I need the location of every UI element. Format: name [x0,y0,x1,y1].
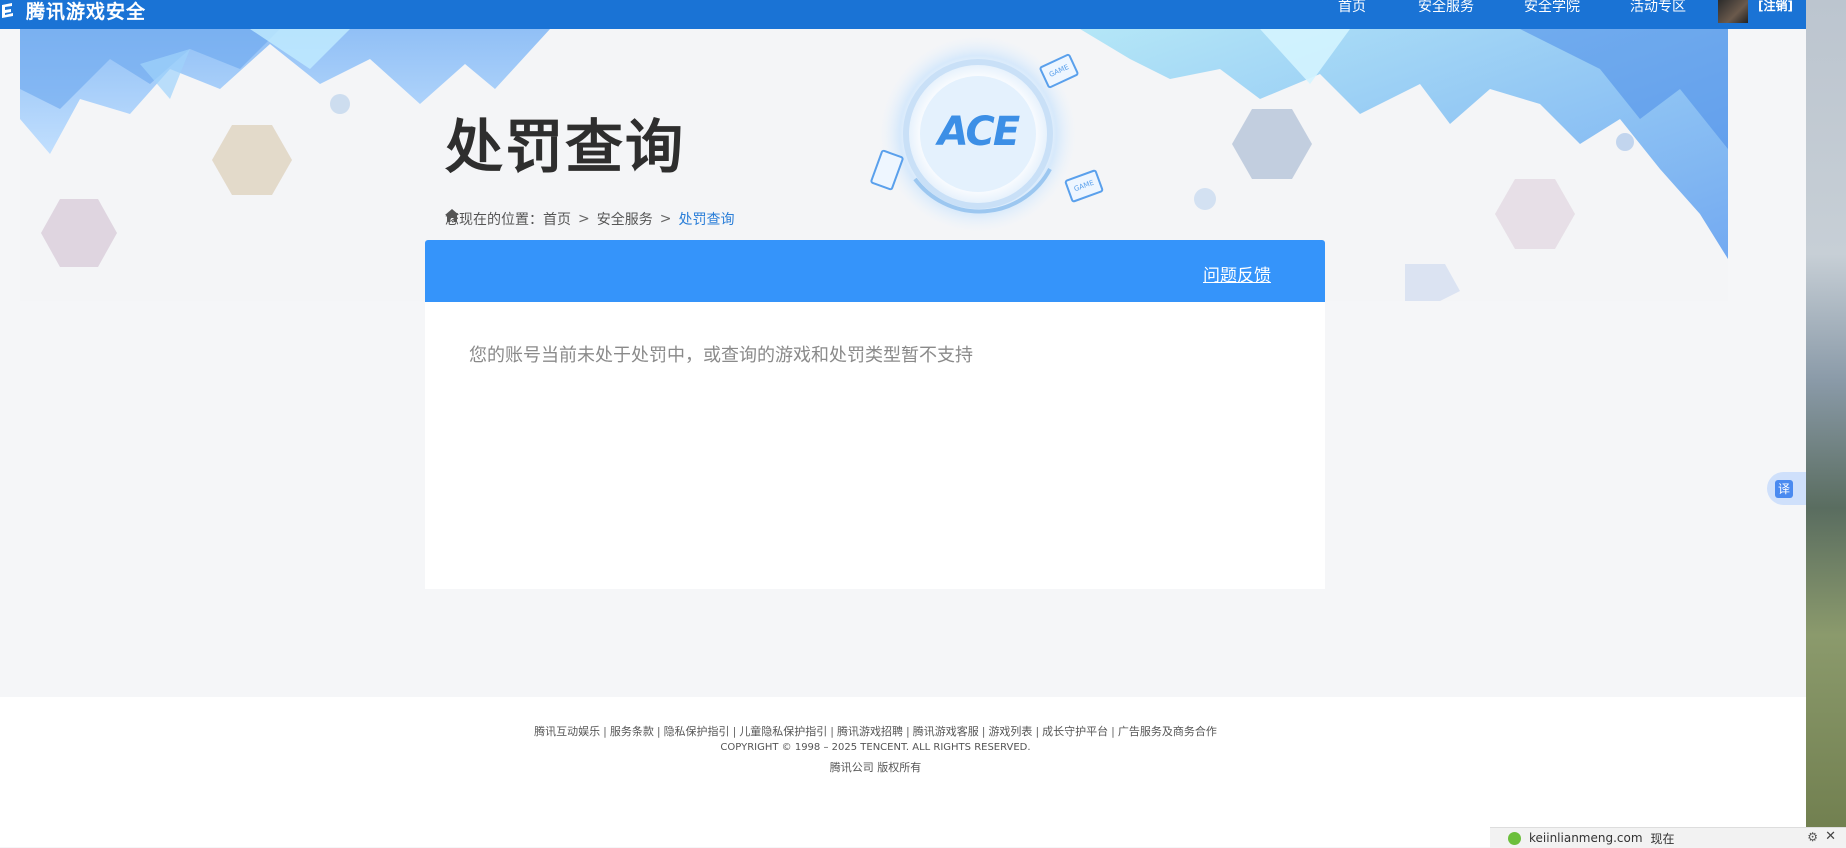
footer-link-game-list[interactable]: 游戏列表 [988,725,1032,738]
gear-icon[interactable]: ⚙ [1807,830,1818,844]
logout-link[interactable]: [注销] [1758,0,1793,13]
feedback-link[interactable]: 问题反馈 [1203,261,1271,286]
footer-link-privacy[interactable]: 隐私保护指引 [664,725,730,738]
site-logo[interactable]: 腾讯游戏安全 [0,0,146,23]
breadcrumb-separator: > [659,211,672,227]
notification-bar[interactable]: keiinlianmeng.com 现在 ⚙ ✕ [1490,827,1846,848]
breadcrumb-security-services[interactable]: 安全服务 [597,209,653,229]
footer-link-child-privacy[interactable]: 儿童隐私保护指引 [739,725,827,738]
breadcrumb: 您现在的位置： 首页 > 安全服务 > 处罚查询 [445,209,734,229]
breadcrumb-separator: > [578,211,590,227]
result-panel-body: 您的账号当前未处于处罚中，或查询的游戏和处罚类型暂不支持 [425,302,1325,589]
footer-link-guardian[interactable]: 成长守护平台 [1042,725,1108,738]
page-title: 处罚查询 [445,113,686,181]
translate-button[interactable]: 译 [1767,472,1806,505]
user-avatar[interactable] [1718,0,1748,23]
breadcrumb-current: 处罚查询 [678,212,735,228]
site-favicon-icon [1508,831,1521,845]
footer-link-support[interactable]: 腾讯游戏客服 [913,725,979,738]
close-icon[interactable]: ✕ [1825,829,1836,844]
footer-link-terms[interactable]: 服务条款 [610,725,654,738]
footer: 腾讯互动娱乐 | 服务条款 | 隐私保护指引 | 儿童隐私保护指引 | 腾讯游戏招聘 | 腾讯游戏客… [0,697,1806,847]
nav-security-academy[interactable]: 安全学院 [1524,0,1580,15]
notification-source: keiinlianmeng.com [1529,831,1643,845]
breadcrumb-home[interactable]: 首页 [543,209,571,229]
ace-logo: ACE [937,109,1020,155]
footer-link-tencent-ent[interactable]: 腾讯互动娱乐 [534,725,600,738]
result-panel-header: 问题反馈 [425,240,1325,302]
footer-links: 腾讯互动娱乐 | 服务条款 | 隐私保护指引 | 儿童隐私保护指引 | 腾讯游戏招聘 | 腾讯游戏客… [534,725,1217,738]
logo-mark-icon [2,3,13,18]
desktop-background [1806,0,1846,847]
footer-link-ads[interactable]: 广告服务及商务合作 [1118,725,1217,738]
result-message: 您的账号当前未处于处罚中，或查询的游戏和处罚类型暂不支持 [469,345,973,366]
home-icon [445,209,459,222]
breadcrumb-prefix: 您现在的位置： [445,212,543,228]
nav-security-services[interactable]: 安全服务 [1418,0,1474,15]
translate-icon: 译 [1775,479,1793,498]
copyright: COPYRIGHT © 1998 – 2025 TENCENT. ALL RIG… [720,742,1031,753]
notification-time: 现在 [1650,831,1675,846]
company-notice: 腾讯公司 版权所有 [829,761,922,774]
nav-home[interactable]: 首页 [1338,0,1366,15]
logo-text: 腾讯游戏安全 [26,0,147,23]
top-navbar: 腾讯游戏安全 首页 安全服务 安全学院 活动专区 [注销] [0,0,1806,29]
footer-link-jobs[interactable]: 腾讯游戏招聘 [837,725,903,738]
nav-events[interactable]: 活动专区 [1630,0,1686,15]
